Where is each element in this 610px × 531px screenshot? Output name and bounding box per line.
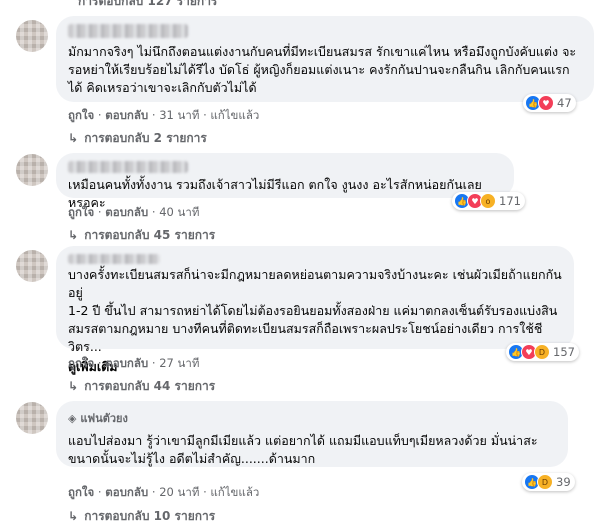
comment-bubble: มักมากจริงๆ ไม่นึกถึงตอนแต่งงานกับคนที่ม… xyxy=(56,16,594,102)
reaction-count: 47 xyxy=(557,96,572,110)
reply-button[interactable]: ตอบกลับ xyxy=(105,108,148,122)
wow-reaction-icon: o xyxy=(480,193,496,209)
avatar[interactable] xyxy=(16,250,48,282)
comment-line: มักมากจริงๆ ไม่นึกถึงตอนแต่งงานกับคนที่ม… xyxy=(68,44,577,59)
comment-text: แอบไปส่องมา รู้ว่าเขามีลูกมีเมียแล้ว แต่… xyxy=(68,432,556,468)
view-replies-link[interactable]: ↳ การตอบกลับ 44 รายการ xyxy=(68,377,215,396)
author-name-redacted[interactable] xyxy=(68,161,188,173)
comment-line: รอหย่าให้เรียบร้อยไม่ได้รึไง บัดโธ่ ผู้ห… xyxy=(68,62,570,77)
reaction-count: 157 xyxy=(553,345,575,359)
edited-label: แก้ไขแล้ว xyxy=(210,485,260,499)
timestamp[interactable]: 40 นาที xyxy=(159,205,199,219)
comment-actions: ถูกใจ · ตอบกลับ · 31 นาที · แก้ไขแล้ว xyxy=(68,108,260,122)
view-previous-replies-link[interactable]: การตอบกลับ 127 รายการ xyxy=(78,0,217,11)
comment-line: ขนาดนั้นจะไม่รู้ไง อดีตไม่สำคัญ.......ด้… xyxy=(68,451,316,466)
like-button[interactable]: ถูกใจ xyxy=(68,108,94,122)
reply-button[interactable]: ตอบกลับ xyxy=(105,356,148,370)
reaction-summary[interactable]: 👍 D 39 xyxy=(522,473,575,491)
author-name-redacted[interactable] xyxy=(68,24,188,38)
comment-text: บางครั้งทะเบียนสมรสก็น่าจะมีกฎหมายลดหย่อ… xyxy=(68,266,562,356)
reaction-summary[interactable]: 👍 ♥ D 157 xyxy=(506,343,579,361)
edited-label: แก้ไขแล้ว xyxy=(210,108,260,122)
comment-line: บางครั้งทะเบียนสมรสก็น่าจะมีกฎหมายลดหย่อ… xyxy=(68,267,562,300)
replies-label: การตอบกลับ 2 รายการ xyxy=(84,131,207,145)
like-button[interactable]: ถูกใจ xyxy=(68,356,94,370)
reaction-summary[interactable]: 👍 ♥ 47 xyxy=(523,94,576,112)
comment-line: ได้ คิดเหรอว่าเขาจะเลิกกับตัวไม่ได้ xyxy=(68,80,257,95)
reaction-summary[interactable]: 👍 ♥ o 171 xyxy=(452,192,525,210)
comment-bubble: บางครั้งทะเบียนสมรสก็น่าจะมีกฎหมายลดหย่อ… xyxy=(56,246,574,374)
like-button[interactable]: ถูกใจ xyxy=(68,205,94,219)
timestamp[interactable]: 31 นาที xyxy=(159,108,199,122)
comment-bubble: เหมือนคนทั้งทั้งงาน รวมถึงเจ้าสาวไม่มีรี… xyxy=(56,153,514,210)
author-name-redacted[interactable] xyxy=(68,254,160,264)
reply-button[interactable]: ตอบกลับ xyxy=(105,205,148,219)
comment-bubble: ◈ แฟนตัวยง แอบไปส่องมา รู้ว่าเขามีลูกมีเ… xyxy=(56,401,568,467)
author-badge[interactable]: ◈ แฟนตัวยง xyxy=(68,409,556,427)
haha-reaction-icon: D xyxy=(534,344,550,360)
author-badge-label: แฟนตัวยง xyxy=(80,412,128,425)
reaction-count: 171 xyxy=(499,194,521,208)
love-reaction-icon: ♥ xyxy=(538,95,554,111)
view-replies-link[interactable]: ↳ การตอบกลับ 45 รายการ xyxy=(68,226,215,245)
comment-line: สมรสตามกฎหมาย บางทีคนที่ติดทะเบียนสมรสก็… xyxy=(68,321,543,354)
comment-actions: ถูกใจ · ตอบกลับ · 40 นาที xyxy=(68,205,200,219)
reply-arrow-icon: ↳ xyxy=(68,509,79,523)
fan-badge-icon: ◈ xyxy=(68,412,77,425)
avatar[interactable] xyxy=(16,402,48,434)
view-replies-link[interactable]: ↳ การตอบกลับ 2 รายการ xyxy=(68,129,207,148)
comment-actions: ถูกใจ · ตอบกลับ · 20 นาที · แก้ไขแล้ว xyxy=(68,485,260,499)
view-replies-link[interactable]: ↳ การตอบกลับ 10 รายการ xyxy=(68,507,215,526)
haha-reaction-icon: D xyxy=(537,474,553,490)
reply-arrow-icon: ↳ xyxy=(68,131,79,145)
like-button[interactable]: ถูกใจ xyxy=(68,485,94,499)
replies-label: การตอบกลับ 45 รายการ xyxy=(84,228,216,242)
reply-arrow-icon: ↳ xyxy=(68,379,79,393)
comment-line: แอบไปส่องมา รู้ว่าเขามีลูกมีเมียแล้ว แต่… xyxy=(68,433,538,448)
reply-arrow-icon: ↳ xyxy=(68,228,79,242)
timestamp[interactable]: 20 นาที xyxy=(159,485,199,499)
comment-line: 1-2 ปี ขึ้นไป สามารถหย่าได้โดยไม่ต้องรอย… xyxy=(68,303,558,318)
timestamp[interactable]: 27 นาที xyxy=(159,356,199,370)
reply-button[interactable]: ตอบกลับ xyxy=(105,485,148,499)
replies-label: การตอบกลับ 10 รายการ xyxy=(84,509,216,523)
comment-text: มักมากจริงๆ ไม่นึกถึงตอนแต่งงานกับคนที่ม… xyxy=(68,43,582,97)
avatar[interactable] xyxy=(16,154,48,186)
replies-label: การตอบกลับ 44 รายการ xyxy=(84,379,216,393)
reaction-count: 39 xyxy=(556,475,571,489)
comment-actions: ถูกใจ · ตอบกลับ · 27 นาที xyxy=(68,356,200,370)
avatar[interactable] xyxy=(16,20,48,52)
